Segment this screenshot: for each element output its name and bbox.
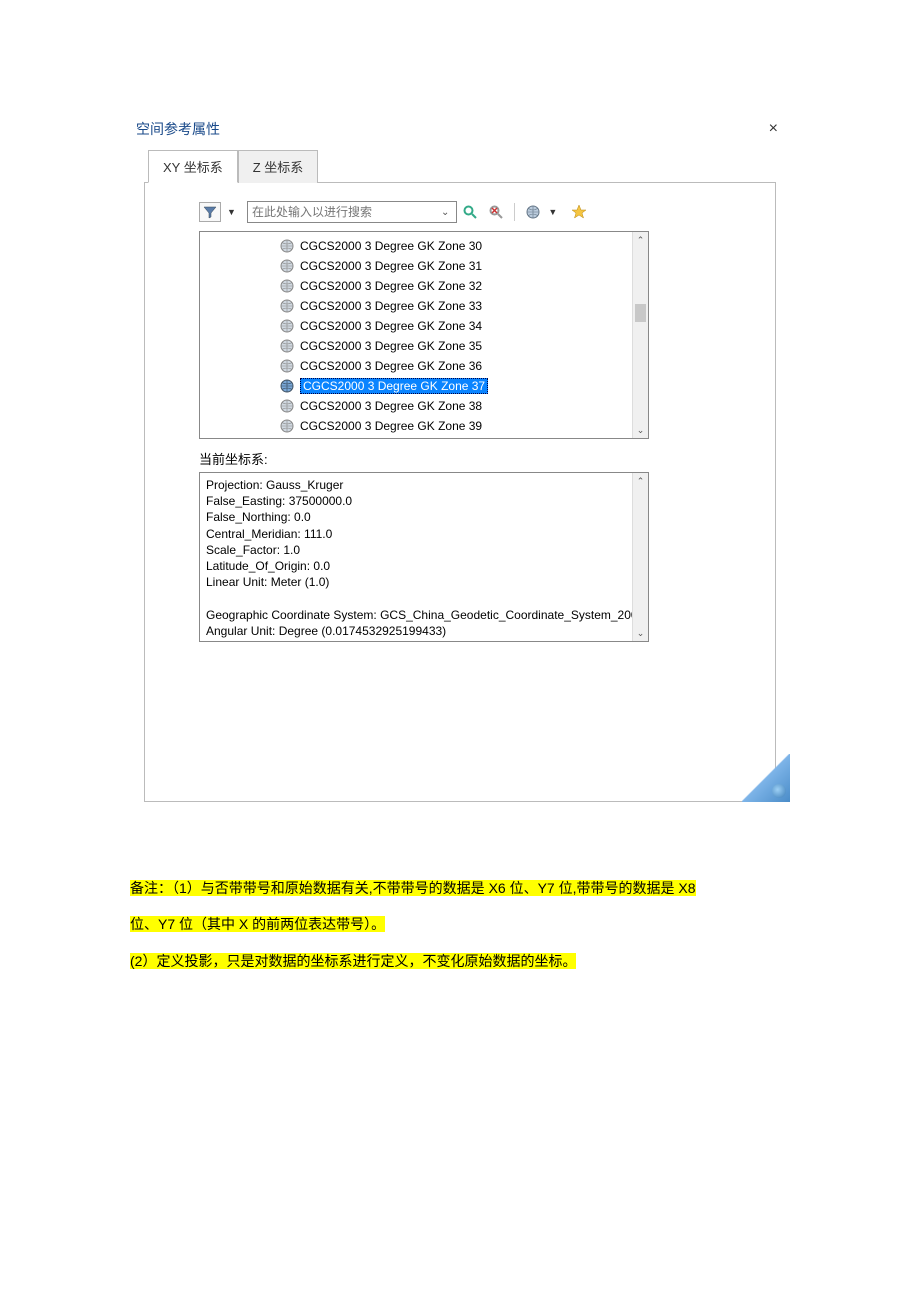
tree-item[interactable]: CGCS2000 3 Degree GK Zone 31 (280, 256, 648, 276)
dialog-title: 空间参考属性 (136, 119, 220, 139)
details-scrollbar[interactable]: ⌃ ⌄ (632, 473, 648, 641)
tree-item[interactable]: CGCS2000 3 Degree GK Zone 38 (280, 396, 648, 416)
coordinate-system-tree: CGCS2000 3 Degree GK Zone 30 CGCS2000 3 D… (199, 231, 649, 439)
tree-item-label: CGCS2000 3 Degree GK Zone 31 (300, 259, 482, 273)
footnotes: 备注：（1）与否带带号和原始数据有关,不带带号的数据是 X6 位、Y7 位,带带… (130, 870, 790, 979)
spatial-reference-dialog: 空间参考属性 × XY 坐标系 Z 坐标系 ▼ ⌄ (130, 115, 790, 802)
globe-icon (280, 279, 294, 293)
tree-item-label: CGCS2000 3 Degree GK Zone 33 (300, 299, 482, 313)
search-dropdown-arrow[interactable]: ⌄ (441, 207, 455, 218)
footnote-line-1: 备注：（1）与否带带号和原始数据有关,不带带号的数据是 X6 位、Y7 位,带带… (130, 870, 790, 906)
toolbar-separator (514, 203, 515, 221)
search-input[interactable] (247, 201, 457, 223)
globe-icon (280, 419, 294, 433)
detail-line: Prime Meridian: Greenwich (0.0) (206, 639, 642, 642)
tab-z-label: Z 坐标系 (253, 160, 304, 175)
globe-icon (280, 379, 294, 393)
funnel-icon (203, 205, 217, 219)
detail-line (206, 590, 642, 606)
tab-xy-label: XY 坐标系 (163, 160, 223, 175)
tree-item-label: CGCS2000 3 Degree GK Zone 35 (300, 339, 482, 353)
detail-line: Geographic Coordinate System: GCS_China_… (206, 607, 642, 623)
magnifier-icon (462, 204, 478, 220)
footnote-line-3: (2）定义投影，只是对数据的坐标系进行定义，不变化原始数据的坐标。 (130, 943, 790, 979)
globe-icon (525, 204, 541, 220)
globe-icon (280, 259, 294, 273)
tree-item[interactable]: CGCS2000 3 Degree GK Zone 33 (280, 296, 648, 316)
tab-xy[interactable]: XY 坐标系 (148, 150, 238, 183)
tree-item-label: CGCS2000 3 Degree GK Zone 37 (300, 378, 488, 394)
toolbar: ▼ ⌄ (199, 201, 751, 223)
tree-item-label: CGCS2000 3 Degree GK Zone 36 (300, 359, 482, 373)
tree-item-label: CGCS2000 3 Degree GK Zone 32 (300, 279, 482, 293)
current-cs-label: 当前坐标系: (199, 449, 751, 468)
close-icon[interactable]: × (765, 120, 782, 138)
footnote-text: 备注：（1）与否带带号和原始数据有关,不带带号的数据是 X6 位、Y7 位,带带… (130, 880, 696, 896)
detail-line: Angular Unit: Degree (0.0174532925199433… (206, 623, 642, 639)
filter-button[interactable] (199, 202, 221, 222)
filter-dropdown-arrow[interactable]: ▼ (227, 207, 237, 217)
tab-z[interactable]: Z 坐标系 (238, 150, 319, 183)
scroll-up-arrow[interactable]: ⌃ (633, 473, 648, 489)
detail-line: Projection: Gauss_Kruger (206, 477, 642, 493)
globe-icon (280, 319, 294, 333)
tree-item[interactable]: CGCS2000 3 Degree GK Zone 34 (280, 316, 648, 336)
scroll-thumb[interactable] (635, 304, 646, 322)
tab-panel: ▼ ⌄ (144, 182, 776, 802)
favorite-button[interactable] (568, 201, 590, 223)
tree-scrollbar[interactable]: ⌃ ⌄ (632, 232, 648, 438)
globe-icon (280, 399, 294, 413)
find-button[interactable] (459, 201, 481, 223)
footnote-text: ）定义投影，只是对数据的坐标系进行定义，不变化原始数据的坐标。 (142, 953, 576, 969)
clear-find-button[interactable] (485, 201, 507, 223)
tree-item[interactable]: CGCS2000 3 Degree GK Zone 36 (280, 356, 648, 376)
detail-line: False_Northing: 0.0 (206, 509, 642, 525)
scroll-up-arrow[interactable]: ⌃ (633, 232, 648, 248)
detail-line: Central_Meridian: 111.0 (206, 526, 642, 542)
globe-icon (280, 339, 294, 353)
star-icon (571, 204, 587, 220)
tree-item[interactable]: CGCS2000 3 Degree GK Zone 32 (280, 276, 648, 296)
tree-item[interactable]: CGCS2000 3 Degree GK Zone 35 (280, 336, 648, 356)
globe-icon (280, 239, 294, 253)
footnote-text: 位、Y7 位（其中 X 的前两位表达带号）。 (130, 916, 385, 932)
detail-line: Latitude_Of_Origin: 0.0 (206, 558, 642, 574)
page-curl-decoration (742, 754, 790, 802)
globe-dropdown-arrow[interactable]: ▼ (548, 207, 558, 217)
tree-item[interactable]: CGCS2000 3 Degree GK Zone 39 (280, 416, 648, 436)
coordinate-system-details: Projection: Gauss_KrugerFalse_Easting: 3… (199, 472, 649, 642)
tree-item-label: CGCS2000 3 Degree GK Zone 38 (300, 399, 482, 413)
magnifier-x-icon (488, 204, 504, 220)
globe-icon (280, 299, 294, 313)
tree-item-label: CGCS2000 3 Degree GK Zone 30 (300, 239, 482, 253)
tab-strip: XY 坐标系 Z 坐标系 (130, 149, 790, 182)
globe-button[interactable] (522, 201, 544, 223)
detail-line: False_Easting: 37500000.0 (206, 493, 642, 509)
globe-icon (280, 359, 294, 373)
tree-item[interactable]: CGCS2000 3 Degree GK Zone 37 (280, 376, 648, 396)
detail-line: Linear Unit: Meter (1.0) (206, 574, 642, 590)
tree-item-label: CGCS2000 3 Degree GK Zone 39 (300, 419, 482, 433)
scroll-down-arrow[interactable]: ⌄ (633, 625, 648, 641)
tree-item-label: CGCS2000 3 Degree GK Zone 34 (300, 319, 482, 333)
detail-line: Scale_Factor: 1.0 (206, 542, 642, 558)
tree-item[interactable]: CGCS2000 3 Degree GK Zone 30 (280, 236, 648, 256)
titlebar: 空间参考属性 × (130, 115, 790, 149)
footnote-text: (2 (130, 953, 142, 969)
footnote-line-2: 位、Y7 位（其中 X 的前两位表达带号）。 (130, 906, 790, 942)
scroll-down-arrow[interactable]: ⌄ (633, 422, 648, 438)
